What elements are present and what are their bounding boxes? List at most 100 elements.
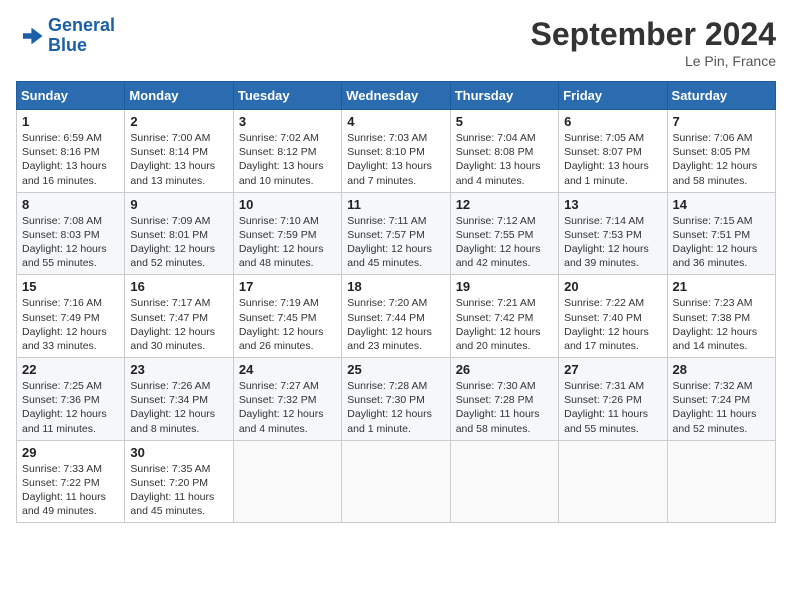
day-number: 26 bbox=[456, 362, 553, 377]
table-row: 22 Sunrise: 7:25 AMSunset: 7:36 PMDayligh… bbox=[17, 358, 125, 441]
day-info: Sunrise: 7:30 AMSunset: 7:28 PMDaylight:… bbox=[456, 379, 553, 436]
day-number: 20 bbox=[564, 279, 661, 294]
table-row: 14 Sunrise: 7:15 AMSunset: 7:51 PMDayligh… bbox=[667, 192, 775, 275]
month-title: September 2024 bbox=[531, 16, 776, 53]
title-block: September 2024 Le Pin, France bbox=[531, 16, 776, 69]
logo-icon bbox=[16, 22, 44, 50]
day-info: Sunrise: 7:19 AMSunset: 7:45 PMDaylight:… bbox=[239, 296, 336, 353]
table-row: 16 Sunrise: 7:17 AMSunset: 7:47 PMDayligh… bbox=[125, 275, 233, 358]
day-number: 12 bbox=[456, 197, 553, 212]
day-info: Sunrise: 7:15 AMSunset: 7:51 PMDaylight:… bbox=[673, 214, 770, 271]
day-info: Sunrise: 7:21 AMSunset: 7:42 PMDaylight:… bbox=[456, 296, 553, 353]
table-row: 1 Sunrise: 6:59 AMSunset: 8:16 PMDaylight… bbox=[17, 110, 125, 193]
day-number: 4 bbox=[347, 114, 444, 129]
table-row: 26 Sunrise: 7:30 AMSunset: 7:28 PMDayligh… bbox=[450, 358, 558, 441]
day-number: 2 bbox=[130, 114, 227, 129]
table-row: 23 Sunrise: 7:26 AMSunset: 7:34 PMDayligh… bbox=[125, 358, 233, 441]
day-info: Sunrise: 6:59 AMSunset: 8:16 PMDaylight:… bbox=[22, 131, 119, 188]
table-row: 5 Sunrise: 7:04 AMSunset: 8:08 PMDaylight… bbox=[450, 110, 558, 193]
table-row: 27 Sunrise: 7:31 AMSunset: 7:26 PMDayligh… bbox=[559, 358, 667, 441]
day-info: Sunrise: 7:05 AMSunset: 8:07 PMDaylight:… bbox=[564, 131, 661, 188]
day-info: Sunrise: 7:25 AMSunset: 7:36 PMDaylight:… bbox=[22, 379, 119, 436]
day-number: 11 bbox=[347, 197, 444, 212]
day-number: 10 bbox=[239, 197, 336, 212]
table-row: 15 Sunrise: 7:16 AMSunset: 7:49 PMDayligh… bbox=[17, 275, 125, 358]
day-info: Sunrise: 7:04 AMSunset: 8:08 PMDaylight:… bbox=[456, 131, 553, 188]
day-number: 5 bbox=[456, 114, 553, 129]
day-info: Sunrise: 7:11 AMSunset: 7:57 PMDaylight:… bbox=[347, 214, 444, 271]
day-info: Sunrise: 7:10 AMSunset: 7:59 PMDaylight:… bbox=[239, 214, 336, 271]
table-row: 12 Sunrise: 7:12 AMSunset: 7:55 PMDayligh… bbox=[450, 192, 558, 275]
day-number: 28 bbox=[673, 362, 770, 377]
col-wednesday: Wednesday bbox=[342, 82, 450, 110]
table-row bbox=[233, 440, 341, 523]
day-info: Sunrise: 7:32 AMSunset: 7:24 PMDaylight:… bbox=[673, 379, 770, 436]
day-info: Sunrise: 7:23 AMSunset: 7:38 PMDaylight:… bbox=[673, 296, 770, 353]
day-number: 16 bbox=[130, 279, 227, 294]
day-number: 9 bbox=[130, 197, 227, 212]
table-row: 21 Sunrise: 7:23 AMSunset: 7:38 PMDayligh… bbox=[667, 275, 775, 358]
day-number: 29 bbox=[22, 445, 119, 460]
table-row: 4 Sunrise: 7:03 AMSunset: 8:10 PMDaylight… bbox=[342, 110, 450, 193]
day-info: Sunrise: 7:35 AMSunset: 7:20 PMDaylight:… bbox=[130, 462, 227, 519]
day-number: 22 bbox=[22, 362, 119, 377]
day-info: Sunrise: 7:08 AMSunset: 8:03 PMDaylight:… bbox=[22, 214, 119, 271]
table-row: 28 Sunrise: 7:32 AMSunset: 7:24 PMDayligh… bbox=[667, 358, 775, 441]
day-info: Sunrise: 7:27 AMSunset: 7:32 PMDaylight:… bbox=[239, 379, 336, 436]
table-row: 10 Sunrise: 7:10 AMSunset: 7:59 PMDayligh… bbox=[233, 192, 341, 275]
day-info: Sunrise: 7:00 AMSunset: 8:14 PMDaylight:… bbox=[130, 131, 227, 188]
table-row: 18Sunrise: 7:20 AMSunset: 7:44 PMDayligh… bbox=[342, 275, 450, 358]
day-info: Sunrise: 7:31 AMSunset: 7:26 PMDaylight:… bbox=[564, 379, 661, 436]
table-row: 9 Sunrise: 7:09 AMSunset: 8:01 PMDaylight… bbox=[125, 192, 233, 275]
day-info: Sunrise: 7:06 AMSunset: 8:05 PMDaylight:… bbox=[673, 131, 770, 188]
table-row: 20 Sunrise: 7:22 AMSunset: 7:40 PMDayligh… bbox=[559, 275, 667, 358]
day-number: 21 bbox=[673, 279, 770, 294]
day-number: 13 bbox=[564, 197, 661, 212]
table-row: 3 Sunrise: 7:02 AMSunset: 8:12 PMDaylight… bbox=[233, 110, 341, 193]
col-friday: Friday bbox=[559, 82, 667, 110]
day-info: Sunrise: 7:17 AMSunset: 7:47 PMDaylight:… bbox=[130, 296, 227, 353]
col-monday: Monday bbox=[125, 82, 233, 110]
table-row: 24 Sunrise: 7:27 AMSunset: 7:32 PMDayligh… bbox=[233, 358, 341, 441]
day-number: 14 bbox=[673, 197, 770, 212]
table-row bbox=[342, 440, 450, 523]
table-row: 11 Sunrise: 7:11 AMSunset: 7:57 PMDayligh… bbox=[342, 192, 450, 275]
day-number: 30 bbox=[130, 445, 227, 460]
table-row bbox=[559, 440, 667, 523]
day-info: Sunrise: 7:14 AMSunset: 7:53 PMDaylight:… bbox=[564, 214, 661, 271]
day-number: 27 bbox=[564, 362, 661, 377]
day-number: 1 bbox=[22, 114, 119, 129]
calendar-table: Sunday Monday Tuesday Wednesday Thursday… bbox=[16, 81, 776, 523]
logo: General Blue bbox=[16, 16, 115, 56]
day-number: 19 bbox=[456, 279, 553, 294]
table-row: 29 Sunrise: 7:33 AMSunset: 7:22 PMDayligh… bbox=[17, 440, 125, 523]
day-number: 18 bbox=[347, 279, 444, 294]
day-number: 17 bbox=[239, 279, 336, 294]
day-info: Sunrise: 7:16 AMSunset: 7:49 PMDaylight:… bbox=[22, 296, 119, 353]
day-info: Sunrise: 7:03 AMSunset: 8:10 PMDaylight:… bbox=[347, 131, 444, 188]
calendar-header: Sunday Monday Tuesday Wednesday Thursday… bbox=[17, 82, 776, 110]
day-info: Sunrise: 7:26 AMSunset: 7:34 PMDaylight:… bbox=[130, 379, 227, 436]
table-row: 25Sunrise: 7:28 AMSunset: 7:30 PMDayligh… bbox=[342, 358, 450, 441]
col-saturday: Saturday bbox=[667, 82, 775, 110]
calendar-body: 1 Sunrise: 6:59 AMSunset: 8:16 PMDaylight… bbox=[17, 110, 776, 523]
table-row: 2 Sunrise: 7:00 AMSunset: 8:14 PMDaylight… bbox=[125, 110, 233, 193]
location: Le Pin, France bbox=[531, 53, 776, 69]
day-number: 23 bbox=[130, 362, 227, 377]
table-row: 8 Sunrise: 7:08 AMSunset: 8:03 PMDaylight… bbox=[17, 192, 125, 275]
day-number: 6 bbox=[564, 114, 661, 129]
table-row bbox=[450, 440, 558, 523]
col-sunday: Sunday bbox=[17, 82, 125, 110]
day-info: Sunrise: 7:22 AMSunset: 7:40 PMDaylight:… bbox=[564, 296, 661, 353]
table-row: 7Sunrise: 7:06 AMSunset: 8:05 PMDaylight… bbox=[667, 110, 775, 193]
day-info: Sunrise: 7:02 AMSunset: 8:12 PMDaylight:… bbox=[239, 131, 336, 188]
day-number: 3 bbox=[239, 114, 336, 129]
day-info: Sunrise: 7:33 AMSunset: 7:22 PMDaylight:… bbox=[22, 462, 119, 519]
day-number: 24 bbox=[239, 362, 336, 377]
day-number: 8 bbox=[22, 197, 119, 212]
day-info: Sunrise: 7:12 AMSunset: 7:55 PMDaylight:… bbox=[456, 214, 553, 271]
day-info: Sunrise: 7:09 AMSunset: 8:01 PMDaylight:… bbox=[130, 214, 227, 271]
logo-text: General Blue bbox=[48, 16, 115, 56]
table-row: 6 Sunrise: 7:05 AMSunset: 8:07 PMDaylight… bbox=[559, 110, 667, 193]
day-number: 15 bbox=[22, 279, 119, 294]
